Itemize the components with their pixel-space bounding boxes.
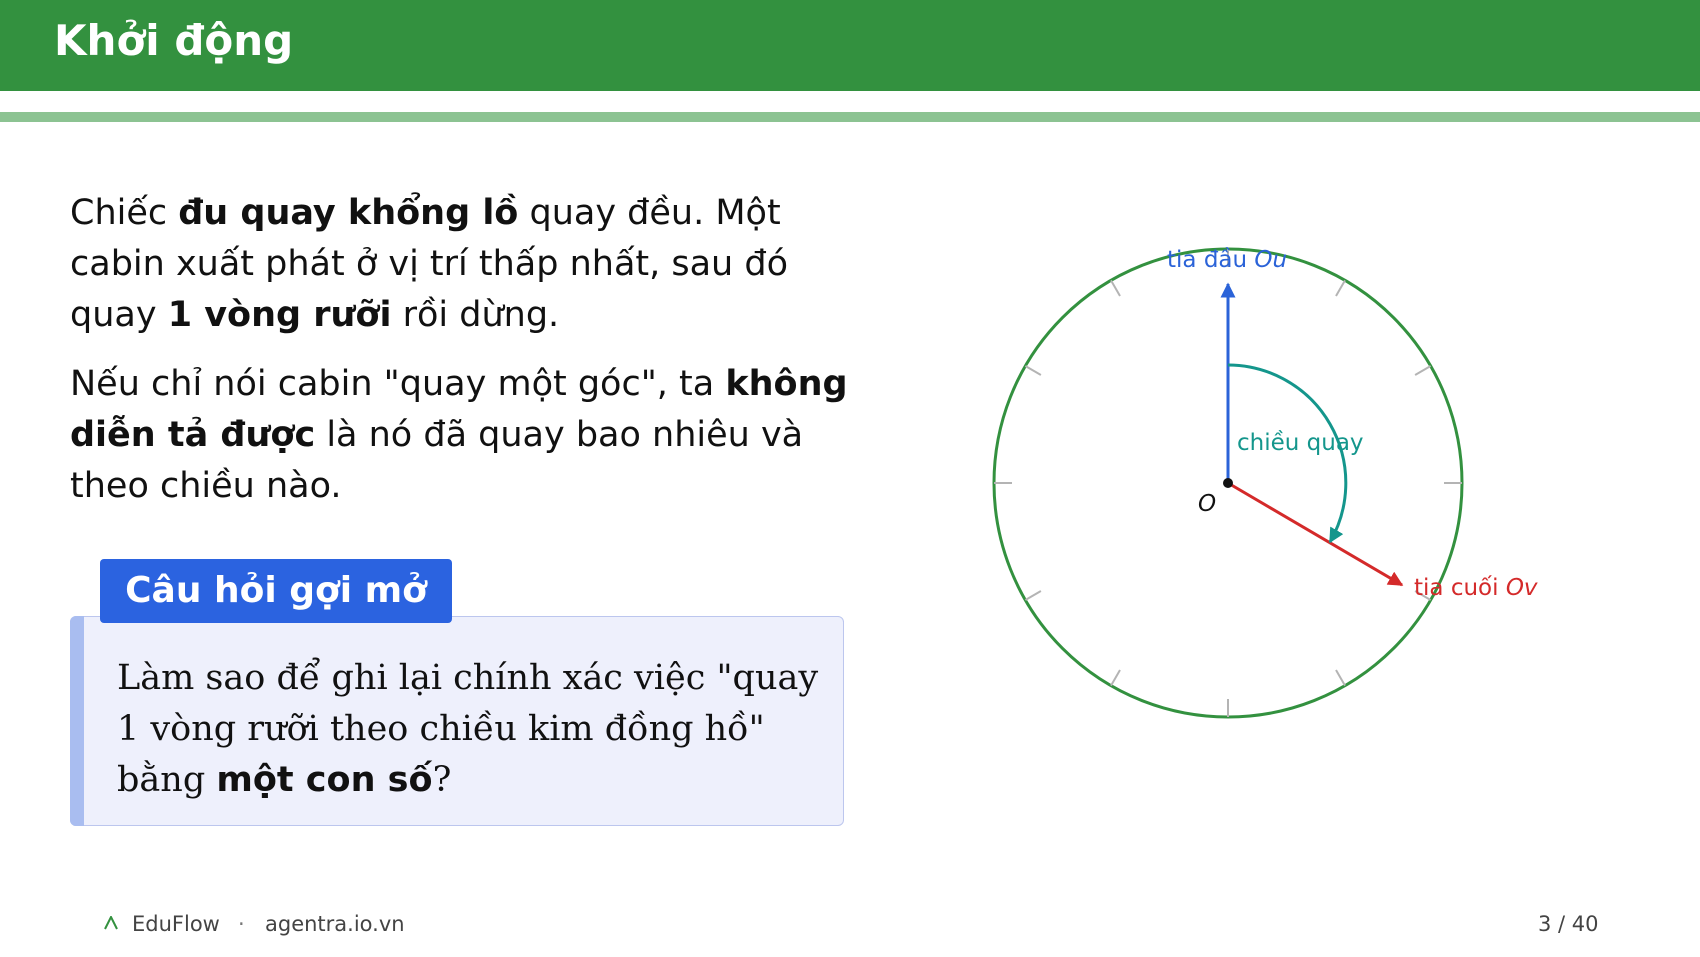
origin-label: O	[1198, 491, 1216, 517]
question-emphasis: một con số	[216, 760, 433, 800]
intro-text: Nếu chỉ nói cabin "quay một góc", ta	[70, 364, 726, 404]
tick-mark	[1110, 669, 1121, 687]
tick-mark	[1414, 365, 1432, 376]
rotation-label: chiều quay	[1237, 430, 1364, 456]
question-box-accent-bar	[70, 616, 84, 826]
intro-text: rồi dừng.	[391, 295, 560, 335]
footer-website[interactable]: agentra.io.vn	[265, 912, 405, 936]
tick-mark	[1335, 279, 1346, 297]
tick-mark	[1024, 365, 1042, 376]
initial-ray-label: tia đầu Ou	[1167, 247, 1287, 273]
question-box-header: Câu hỏi gợi mở	[100, 559, 452, 623]
page-number: 3 / 40	[1538, 912, 1599, 936]
tick-mark	[1335, 669, 1346, 687]
intro-text: Chiếc	[70, 193, 179, 233]
intro-paragraph-1: Chiếc đu quay khổng lồ quay đều. Một cab…	[70, 188, 860, 341]
footer-separator: ·	[238, 912, 245, 936]
origin-point	[1223, 478, 1233, 488]
slide-header: Khởi động	[0, 0, 1700, 91]
question-box: Làm sao để ghi lại chính xác việc "quay …	[70, 616, 844, 826]
question-text: Làm sao để ghi lại chính xác việc "quay …	[117, 653, 827, 806]
question-text-part: ?	[432, 760, 452, 800]
footer-brand: EduFlow	[132, 912, 220, 936]
intro-emphasis: 1 vòng rưỡi	[167, 295, 392, 335]
caret-logo-icon	[104, 916, 118, 930]
intro-emphasis: đu quay khổng lồ	[178, 193, 519, 233]
rotation-diagram: tia đầu Ou chiều quay O tia cuối Ov	[992, 247, 1538, 719]
terminal-ray-ov	[1227, 481, 1404, 587]
terminal-ray-label: tia cuối Ov	[1414, 575, 1538, 601]
slide-title: Khởi động	[54, 16, 294, 65]
question-box-title: Câu hỏi gợi mở	[125, 570, 427, 611]
header-stripe	[0, 112, 1700, 122]
tick-mark	[1110, 279, 1121, 297]
tick-mark	[1024, 590, 1042, 601]
intro-paragraph-2: Nếu chỉ nói cabin "quay một góc", ta khô…	[70, 359, 860, 512]
